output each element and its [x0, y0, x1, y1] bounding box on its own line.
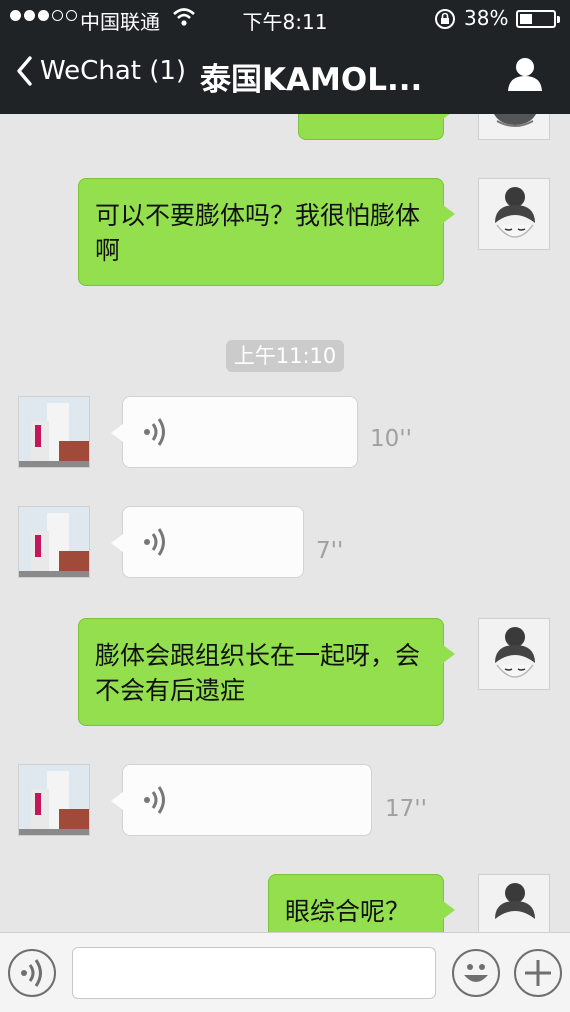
- contact-avatar[interactable]: [18, 506, 90, 578]
- contact-avatar[interactable]: [18, 764, 90, 836]
- voice-wave-icon: [144, 528, 165, 556]
- message-bubble-sent[interactable]: 膨体会跟组织长在一起呀，会不会有后遗症: [78, 618, 455, 726]
- voice-input-icon: [21, 959, 42, 987]
- message-text: 眼综合呢？: [285, 897, 411, 926]
- voice-wave-icon: [144, 786, 165, 814]
- voice-duration: 17'': [385, 796, 427, 822]
- message-text: 膨体会跟组织长在一起呀，会不会有后遗症: [95, 641, 421, 705]
- back-label: WeChat (1): [40, 56, 187, 86]
- my-avatar[interactable]: [478, 618, 550, 690]
- smiley-icon: [464, 964, 488, 982]
- chat-area[interactable]: 可以不要膨体吗？我很怕膨体啊 上午11:10 10'' 7'' 膨体会跟组织长在…: [0, 114, 570, 932]
- more-button[interactable]: [514, 949, 562, 997]
- navigation-bar: WeChat (1) 泰国KAMOL...: [0, 38, 570, 114]
- my-avatar[interactable]: [478, 874, 550, 932]
- battery-percent: 38%: [464, 6, 509, 30]
- message-bubble-sent[interactable]: 眼综合呢？: [268, 874, 455, 932]
- message-bubble-partial[interactable]: [298, 114, 455, 140]
- voice-message-bubble[interactable]: [111, 506, 304, 578]
- chat-title: 泰国KAMOL...: [200, 62, 423, 98]
- timestamp-label: 上午11:10: [226, 340, 344, 372]
- message-text: 可以不要膨体吗？我很怕膨体啊: [95, 201, 421, 265]
- emoji-button[interactable]: [452, 949, 500, 997]
- status-bar: 中国联通 下午8:11 38%: [0, 0, 570, 38]
- voice-input-button[interactable]: [8, 949, 56, 997]
- person-icon: [508, 58, 542, 91]
- voice-wave-icon: [144, 418, 165, 446]
- contact-avatar[interactable]: [18, 396, 90, 468]
- input-bar: [0, 932, 570, 1012]
- contact-profile-button[interactable]: [506, 56, 544, 96]
- my-avatar[interactable]: [478, 178, 550, 250]
- battery-icon: [516, 10, 560, 28]
- voice-message-bubble[interactable]: [111, 396, 358, 468]
- plus-icon: [525, 960, 551, 986]
- message-bubble-sent[interactable]: 可以不要膨体吗？我很怕膨体啊: [78, 178, 455, 286]
- my-avatar[interactable]: [478, 114, 550, 140]
- voice-message-bubble[interactable]: [111, 764, 372, 836]
- top-bar: 中国联通 下午8:11 38% WeChat (1) 泰国KAMOL...: [0, 0, 570, 114]
- message-input[interactable]: [72, 947, 436, 999]
- rotation-lock-icon: [434, 8, 456, 35]
- chevron-left-icon: [17, 56, 32, 86]
- back-button[interactable]: WeChat (1): [16, 56, 186, 86]
- voice-duration: 10'': [370, 426, 412, 452]
- voice-duration: 7'': [316, 538, 344, 564]
